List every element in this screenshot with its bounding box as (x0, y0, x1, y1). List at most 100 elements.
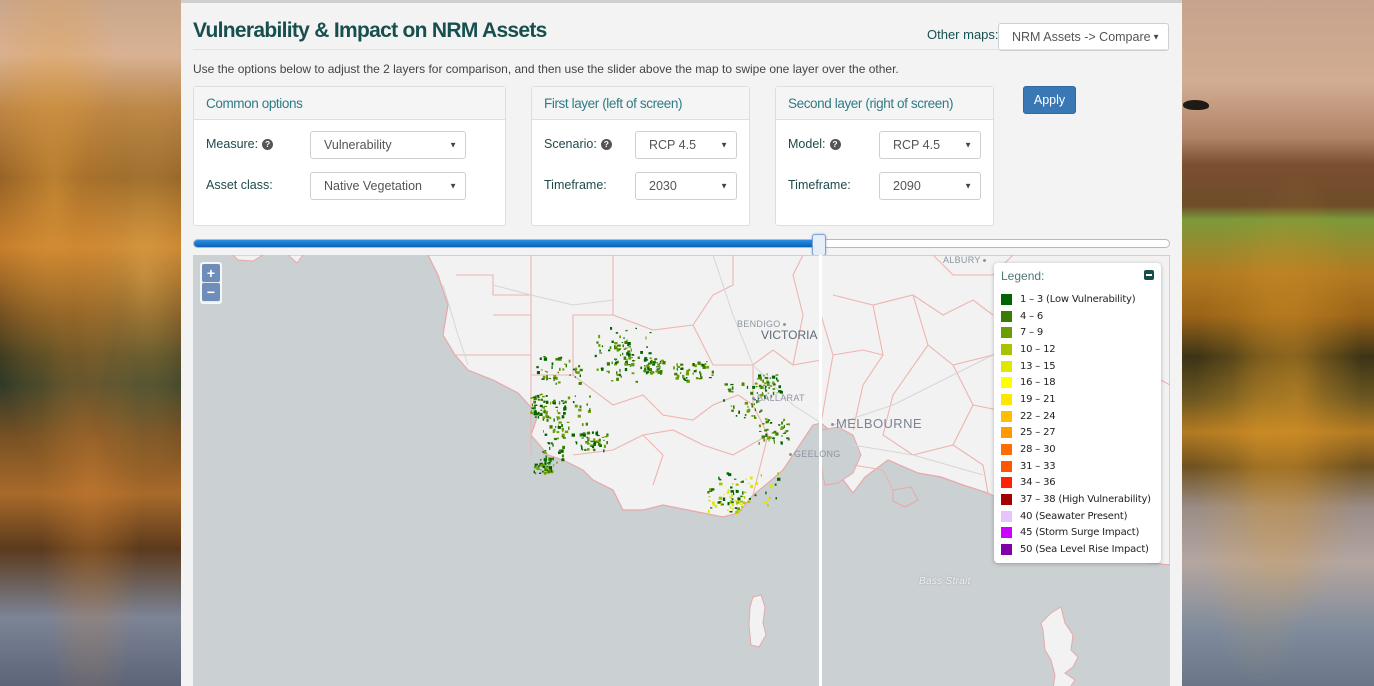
caret-down-icon: ▼ (449, 140, 457, 150)
measure-select[interactable]: Vulnerability ▼ (310, 131, 466, 159)
vegetation-pixel (763, 438, 766, 442)
slider-handle[interactable] (811, 234, 826, 256)
vegetation-pixel (606, 441, 608, 445)
vegetation-pixel (610, 327, 613, 330)
first-timeframe-select[interactable]: 2030 ▼ (635, 172, 737, 200)
vegetation-pixel (748, 482, 750, 484)
vegetation-pixel (758, 441, 760, 445)
scenario-select[interactable]: RCP 4.5 ▼ (635, 131, 737, 159)
vegetation-pixel (564, 363, 566, 365)
vegetation-pixel (625, 329, 628, 332)
vegetation-pixel (587, 442, 590, 444)
vegetation-pixel (556, 461, 558, 464)
vegetation-pixel (557, 412, 561, 415)
vegetation-pixel (532, 396, 537, 398)
scenario-value: RCP 4.5 (649, 138, 697, 152)
vegetation-pixel (754, 494, 757, 497)
vegetation-pixel (615, 359, 617, 361)
vegetation-pixel (542, 375, 546, 379)
caret-down-icon: ▼ (720, 181, 728, 191)
vegetation-pixel (598, 438, 601, 442)
vegetation-pixel (581, 423, 584, 427)
vegetation-pixel (611, 340, 614, 343)
map-view[interactable]: + − BENDIGO VICTORIA BALLARAT GEELONG ME… (193, 255, 1170, 686)
vegetation-pixel (543, 458, 545, 461)
vegetation-pixel (601, 436, 605, 438)
second-timeframe-select[interactable]: 2090 ▼ (879, 172, 981, 200)
asset-class-select[interactable]: Native Vegetation ▼ (310, 172, 466, 200)
vegetation-pixel (771, 432, 776, 434)
vegetation-pixel (646, 371, 649, 374)
label-victoria: VICTORIA (761, 328, 818, 342)
background-photo-left (0, 0, 181, 686)
vegetation-pixel (742, 501, 746, 504)
vegetation-pixel (711, 488, 715, 491)
model-select[interactable]: RCP 4.5 ▼ (879, 131, 981, 159)
vegetation-pixel (534, 404, 538, 406)
other-maps-select[interactable]: NRM Assets -> Compare ▼ (998, 23, 1169, 51)
vegetation-pixel (619, 368, 621, 373)
vegetation-pixel (542, 416, 545, 419)
vegetation-pixel (557, 381, 561, 384)
swipe-divider[interactable] (819, 255, 823, 686)
zoom-control: + − (200, 262, 222, 304)
help-icon[interactable]: ? (262, 138, 274, 150)
legend-item: 1 – 3 (Low Vulnerability) (1001, 291, 1154, 308)
vegetation-pixel (536, 371, 540, 375)
vegetation-pixel (549, 466, 553, 470)
vegetation-pixel (646, 346, 648, 348)
vegetation-pixel (737, 500, 740, 504)
vegetation-pixel (589, 444, 593, 446)
vegetation-pixel (787, 437, 790, 441)
vegetation-pixel (564, 400, 567, 404)
second-layer-panel: Second layer (right of screen) Model: ? … (775, 86, 994, 226)
vegetation-pixel (767, 504, 769, 507)
vegetation-pixel (590, 440, 594, 443)
measure-value: Vulnerability (324, 138, 392, 152)
vegetation-pixel (548, 463, 551, 465)
vegetation-pixel (656, 368, 661, 370)
vegetation-pixel (778, 424, 781, 426)
legend-item: 45 (Storm Surge Impact) (1001, 525, 1154, 542)
legend-swatch (1001, 343, 1012, 355)
vegetation-pixel (772, 485, 775, 487)
legend-label: 16 – 18 (1020, 377, 1056, 389)
legend-swatch (1001, 427, 1012, 439)
help-icon[interactable]: ? (829, 138, 841, 150)
help-icon[interactable]: ? (600, 138, 612, 150)
swipe-slider[interactable] (193, 234, 1170, 256)
vegetation-pixel (745, 478, 747, 481)
vegetation-pixel (647, 367, 650, 371)
page-title: Vulnerability & Impact on NRM Assets (193, 19, 547, 42)
vegetation-pixel (645, 336, 647, 340)
vegetation-pixel (775, 497, 777, 500)
zoom-out-button[interactable]: − (202, 283, 220, 301)
legend-swatch (1001, 293, 1012, 305)
legend-item: 34 – 36 (1001, 475, 1154, 492)
vegetation-pixel (571, 433, 575, 437)
vegetation-pixel (543, 471, 547, 475)
vegetation-pixel (558, 402, 561, 405)
scenario-label: Scenario: ? (544, 137, 612, 151)
asset-class-value: Native Vegetation (324, 179, 422, 193)
vegetation-pixel (623, 348, 626, 350)
apply-button[interactable]: Apply (1023, 86, 1076, 114)
vegetation-pixel (551, 442, 553, 445)
zoom-in-button[interactable]: + (202, 264, 220, 282)
vegetation-pixel (624, 368, 628, 372)
vegetation-pixel (615, 332, 619, 334)
vegetation-pixel (544, 370, 547, 372)
vegetation-pixel (728, 388, 732, 392)
vegetation-pixel (572, 401, 575, 404)
vegetation-pixel (544, 433, 548, 436)
vegetation-pixel (758, 424, 761, 428)
vegetation-pixel (540, 369, 543, 371)
collapse-icon[interactable] (1144, 270, 1154, 280)
legend-swatch (1001, 377, 1012, 389)
vegetation-pixel (767, 419, 771, 421)
vegetation-pixel (717, 501, 721, 504)
vegetation-pixel (738, 410, 740, 414)
vegetation-pixel (558, 421, 562, 424)
vegetation-pixel (621, 342, 624, 343)
vegetation-pixel (572, 368, 575, 371)
